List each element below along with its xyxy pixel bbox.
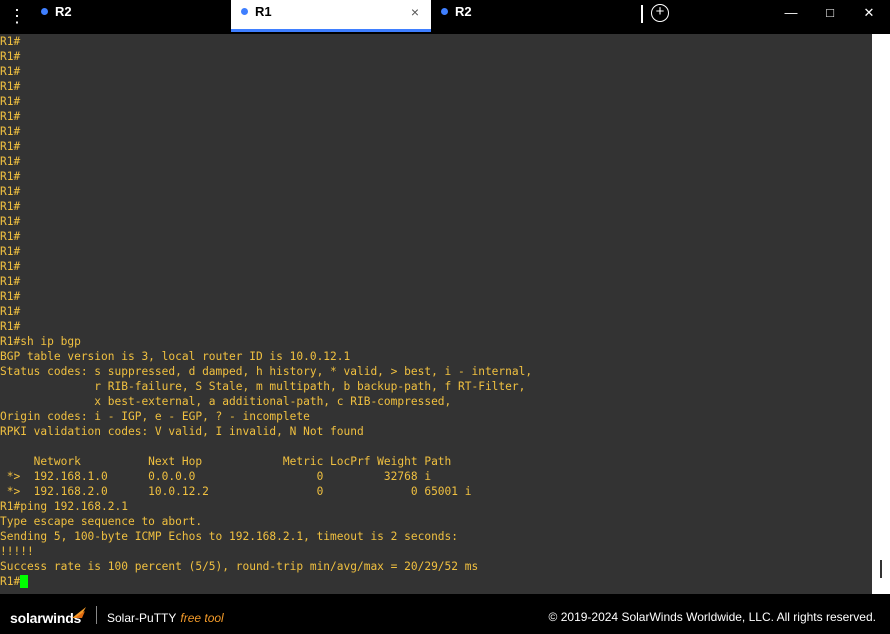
terminal-line: R1#: [0, 185, 21, 198]
terminal-line: R1#: [0, 230, 21, 243]
terminal-line: R1#: [0, 95, 21, 108]
tab-r1[interactable]: R1 ×: [231, 0, 431, 32]
solarwinds-logo-icon: [72, 607, 86, 618]
terminal-line: R1#: [0, 80, 21, 93]
product-name: Solar-PuTTY free tool: [107, 611, 224, 625]
terminal-line: R1#: [0, 170, 21, 183]
title-bar: ⋮ R2 R1 × R2 + — □ ✕: [0, 0, 890, 32]
tab-separator: [641, 5, 643, 23]
terminal-line: *> 192.168.1.0 0.0.0.0 0 32768 i: [0, 470, 432, 483]
terminal-line: R1#: [0, 305, 21, 318]
terminal-prompt-line: R1#: [0, 574, 872, 589]
terminal-line: R1#: [0, 275, 21, 288]
plus-circle-icon[interactable]: +: [651, 4, 669, 22]
terminal-line: x best-external, a additional-path, c RI…: [0, 395, 452, 408]
terminal-line: Origin codes: i - IGP, e - EGP, ? - inco…: [0, 410, 310, 423]
terminal-line: Type escape sequence to abort.: [0, 515, 203, 528]
terminal-cursor: [20, 575, 29, 588]
terminal-line: r RIB-failure, S Stale, m multipath, b b…: [0, 380, 526, 393]
terminal-line: Network Next Hop Metric LocPrf Weight Pa…: [0, 455, 452, 468]
maximize-button[interactable]: □: [818, 3, 842, 23]
tab-label: R2: [55, 4, 72, 19]
copyright-text: © 2019-2024 SolarWinds Worldwide, LLC. A…: [548, 610, 876, 624]
minimize-button[interactable]: —: [779, 3, 803, 23]
terminal-line: R1#sh ip bgp: [0, 335, 81, 348]
terminal-line: R1#: [0, 65, 21, 78]
menu-icon[interactable]: ⋮: [8, 6, 26, 26]
footer-separator: [96, 606, 97, 624]
close-button[interactable]: ✕: [857, 3, 881, 23]
terminal-line: RPKI validation codes: V valid, I invali…: [0, 425, 364, 438]
terminal-line: R1#: [0, 110, 21, 123]
scrollbar-thumb[interactable]: [880, 560, 882, 578]
terminal-line: R1#: [0, 290, 21, 303]
tab-status-dot: [41, 8, 48, 15]
terminal-line: R1#: [0, 215, 21, 228]
terminal-line: R1#: [0, 140, 21, 153]
terminal-line: R1#ping 192.168.2.1: [0, 500, 128, 513]
terminal-line: Status codes: s suppressed, d damped, h …: [0, 365, 533, 378]
free-tool-label: free tool: [180, 611, 224, 625]
scrollbar[interactable]: [872, 34, 890, 594]
terminal-line: R1#: [0, 200, 21, 213]
tab-status-dot: [241, 8, 248, 15]
tab-label: R1: [255, 4, 272, 19]
terminal-line: *> 192.168.2.0 10.0.12.2 0 0 65001 i: [0, 485, 472, 498]
terminal-line: BGP table version is 3, local router ID …: [0, 350, 351, 363]
terminal-prompt: R1#: [0, 575, 21, 588]
terminal-line: R1#: [0, 260, 21, 273]
terminal-line: Success rate is 100 percent (5/5), round…: [0, 560, 479, 573]
terminal-line: R1#: [0, 125, 21, 138]
terminal-line: R1#: [0, 35, 21, 48]
tab-status-dot: [441, 8, 448, 15]
tab-r2-right[interactable]: R2: [431, 0, 631, 32]
terminal-output[interactable]: R1# R1# R1# R1# R1# R1# R1# R1# R1# R1# R1# R1# R1# R…: [0, 34, 872, 594]
terminal-line: R1#: [0, 320, 21, 333]
tab-r2-left[interactable]: R2: [31, 0, 231, 32]
terminal-line: Sending 5, 100-byte ICMP Echos to 192.16…: [0, 530, 459, 543]
terminal-line: !!!!!: [0, 545, 34, 558]
tab-label: R2: [455, 4, 472, 19]
footer: solarwinds Solar-PuTTY free tool © 2019-2…: [0, 596, 890, 634]
terminal-line: R1#: [0, 155, 21, 168]
close-tab-icon[interactable]: ×: [411, 4, 419, 20]
terminal-line: R1#: [0, 245, 21, 258]
terminal-line: R1#: [0, 50, 21, 63]
